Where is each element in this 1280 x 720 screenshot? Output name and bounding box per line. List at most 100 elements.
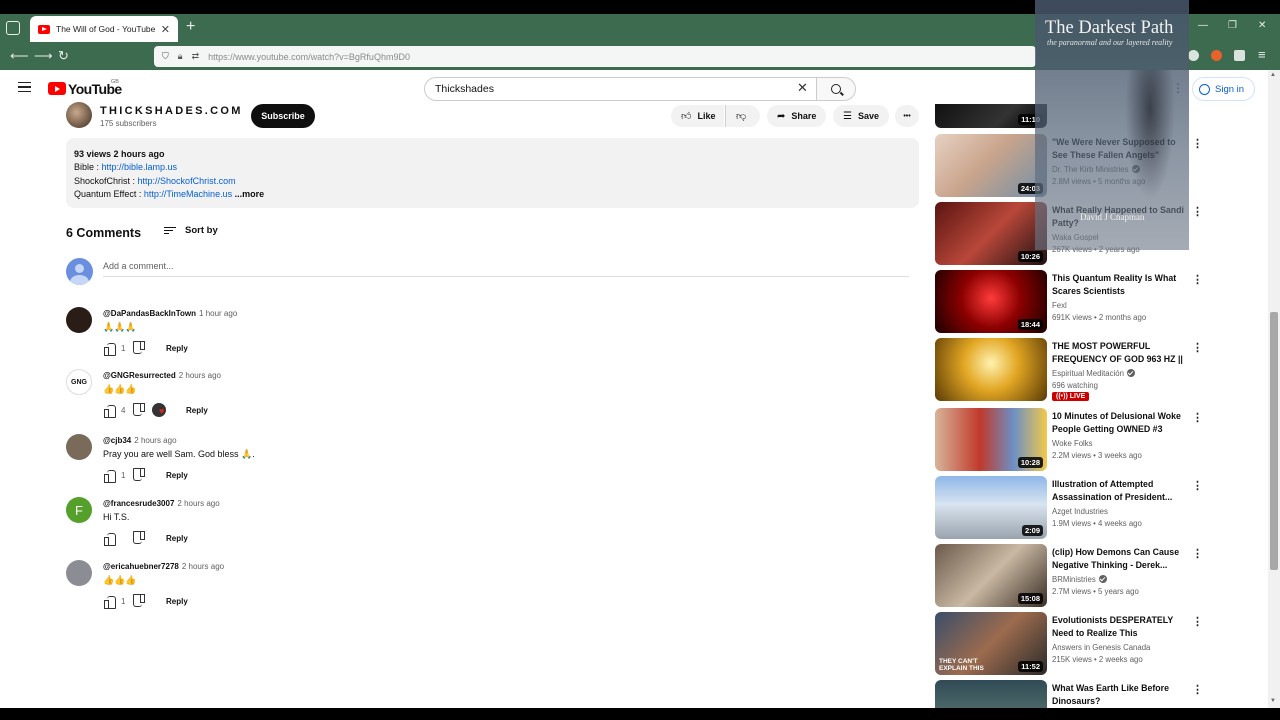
comment-author[interactable]: @ericahuebner7278 2 hours ago: [103, 562, 224, 571]
restore-button[interactable]: ❐: [1228, 20, 1237, 31]
thumbs-up-icon[interactable]: [103, 469, 116, 483]
subscribe-button[interactable]: Subscribe: [251, 104, 315, 128]
video-title[interactable]: 10 Minutes of Delusional Woke People Get…: [1052, 410, 1188, 435]
permissions-icon[interactable]: ⇄: [192, 51, 200, 62]
minimize-button[interactable]: —: [1198, 20, 1208, 31]
lock-icon[interactable]: 🔒︎: [178, 51, 183, 62]
video-channel[interactable]: Azget Industries: [1052, 507, 1108, 516]
like-button[interactable]: 👍︎ Like: [671, 105, 724, 127]
channel-avatar[interactable]: [66, 102, 92, 128]
account-icon[interactable]: [1188, 50, 1199, 61]
comment-avatar[interactable]: [66, 307, 92, 333]
video-menu-kebab-icon[interactable]: ⋮: [1192, 411, 1203, 424]
thumbs-down-icon[interactable]: [133, 595, 146, 608]
video-menu-kebab-icon[interactable]: ⋮: [1192, 137, 1203, 150]
window-close-button[interactable]: ✕: [1258, 20, 1266, 31]
thumbs-down-icon[interactable]: [133, 342, 146, 355]
related-video-item[interactable]: 10:28 10 Minutes of Delusional Woke Peopl…: [935, 408, 1203, 471]
related-video-item[interactable]: THE MOST POWERFUL FREQUENCY OF GOD 963 H…: [935, 338, 1203, 401]
video-thumbnail[interactable]: 24:03: [935, 134, 1047, 197]
thumbs-down-icon[interactable]: [133, 469, 146, 482]
video-menu-kebab-icon[interactable]: ⋮: [1192, 341, 1203, 354]
search-button[interactable]: [816, 77, 856, 101]
comment-time[interactable]: 2 hours ago: [177, 499, 219, 508]
video-thumbnail[interactable]: 18:44: [935, 270, 1047, 333]
comment-author[interactable]: @cjb34 2 hours ago: [103, 436, 177, 445]
share-button[interactable]: ➦ Share: [767, 105, 826, 127]
comment-time[interactable]: 2 hours ago: [179, 371, 221, 380]
scrollbar-thumb[interactable]: [1270, 312, 1278, 570]
extensions-puzzle-icon[interactable]: [1234, 50, 1245, 61]
thumbs-down-icon[interactable]: [133, 532, 146, 545]
comment-author[interactable]: @DaPandasBackInTown 1 hour ago: [103, 309, 237, 318]
tab-list-icon[interactable]: [6, 21, 20, 35]
tab-close-icon[interactable]: ✕: [161, 23, 170, 36]
add-comment-input[interactable]: Add a comment...: [103, 261, 909, 277]
video-thumbnail[interactable]: 2:09: [935, 476, 1047, 539]
url-text[interactable]: https://www.youtube.com/watch?v=BgRfuQhm…: [208, 52, 410, 62]
video-menu-kebab-icon[interactable]: ⋮: [1192, 479, 1203, 492]
comment-time[interactable]: 2 hours ago: [134, 436, 176, 445]
video-title[interactable]: What Was Earth Like Before Dinosaurs?: [1052, 682, 1188, 707]
search-input[interactable]: Thickshades: [424, 77, 816, 101]
show-more-button[interactable]: ...more: [235, 189, 265, 199]
video-channel[interactable]: Woke Folks: [1052, 439, 1093, 448]
dislike-button[interactable]: 👎︎: [725, 105, 760, 127]
back-arrow-icon[interactable]: ⟵: [10, 48, 29, 64]
reply-button[interactable]: Reply: [166, 471, 188, 480]
sign-in-button[interactable]: Sign in: [1192, 77, 1255, 101]
more-actions-button[interactable]: •••: [895, 105, 919, 127]
reply-button[interactable]: Reply: [166, 344, 188, 353]
related-video-item[interactable]: 15:08 (clip) How Demons Can Cause Negativ…: [935, 544, 1203, 607]
save-button[interactable]: ☰ Save: [833, 105, 889, 127]
thumbs-up-icon[interactable]: [103, 595, 116, 609]
thumbs-down-icon[interactable]: [133, 404, 146, 417]
video-title[interactable]: THE MOST POWERFUL FREQUENCY OF GOD 963 H…: [1052, 340, 1188, 366]
reload-icon[interactable]: ↻: [58, 48, 69, 64]
video-title[interactable]: This Quantum Reality Is What Scares Scie…: [1052, 272, 1188, 297]
video-thumbnail[interactable]: 10:26: [935, 202, 1047, 265]
video-thumbnail[interactable]: THEY CAN'T EXPLAIN THIS 11:52: [935, 612, 1047, 675]
youtube-logo-icon[interactable]: [48, 82, 66, 95]
video-channel[interactable]: Fexl: [1052, 301, 1067, 310]
shield-icon[interactable]: ⛉: [162, 51, 169, 62]
video-description[interactable]: 93 views 2 hours ago Bible : http://bibl…: [66, 138, 919, 208]
video-title[interactable]: (clip) How Demons Can Cause Negative Thi…: [1052, 546, 1188, 571]
forward-arrow-icon[interactable]: ⟶: [34, 48, 53, 64]
comment-time[interactable]: 1 hour ago: [199, 309, 237, 318]
video-title[interactable]: Evolutionists DESPERATELY Need to Realiz…: [1052, 614, 1188, 639]
video-channel[interactable]: BRMinistries: [1052, 575, 1107, 584]
comment-author[interactable]: @GNGResurrected 2 hours ago: [103, 371, 221, 380]
comment-avatar[interactable]: [66, 560, 92, 586]
scroll-down-arrow-icon[interactable]: ▼: [1270, 698, 1276, 704]
channel-name[interactable]: THICKSHADES.COM: [100, 105, 243, 117]
shockofchrist-link[interactable]: http://ShockofChrist.com: [138, 176, 236, 186]
thumbs-up-icon[interactable]: [103, 532, 116, 546]
timemachine-link[interactable]: http://TimeMachine.us: [144, 189, 232, 199]
reply-button[interactable]: Reply: [166, 534, 188, 543]
video-channel[interactable]: Answers in Genesis Canada: [1052, 643, 1150, 652]
hamburger-menu-icon[interactable]: [18, 82, 31, 92]
scroll-up-arrow-icon[interactable]: ▲: [1270, 72, 1276, 78]
video-title[interactable]: Illustration of Attempted Assassination …: [1052, 478, 1188, 503]
video-thumbnail[interactable]: 15:08: [935, 544, 1047, 607]
video-thumbnail[interactable]: 11:10: [935, 104, 1047, 128]
video-menu-kebab-icon[interactable]: ⋮: [1192, 683, 1203, 696]
tab-youtube[interactable]: The Will of God - YouTube ✕: [30, 16, 178, 42]
thumbs-up-icon[interactable]: [103, 404, 116, 418]
menu-icon[interactable]: ≡: [1258, 47, 1266, 62]
related-video-item[interactable]: 18:44 This Quantum Reality Is What Scares…: [935, 270, 1203, 333]
video-menu-kebab-icon[interactable]: ⋮: [1192, 205, 1203, 218]
video-menu-kebab-icon[interactable]: ⋮: [1192, 547, 1203, 560]
clear-search-icon[interactable]: ✕: [797, 80, 808, 96]
video-menu-kebab-icon[interactable]: ⋮: [1192, 615, 1203, 628]
address-bar[interactable]: ⛉ 🔒︎ ⇄ https://www.youtube.com/watch?v=B…: [154, 46, 1036, 67]
video-thumbnail[interactable]: [935, 338, 1047, 401]
sort-by-button[interactable]: Sort by: [164, 225, 218, 236]
thumbs-up-icon[interactable]: [103, 342, 116, 356]
video-thumbnail[interactable]: 10:28: [935, 408, 1047, 471]
video-channel[interactable]: Espiritual Meditación: [1052, 369, 1135, 378]
related-video-item[interactable]: THEY CAN'T EXPLAIN THIS 11:52 Evolutionist…: [935, 612, 1203, 675]
reply-button[interactable]: Reply: [186, 406, 208, 415]
comment-avatar[interactable]: [66, 434, 92, 460]
